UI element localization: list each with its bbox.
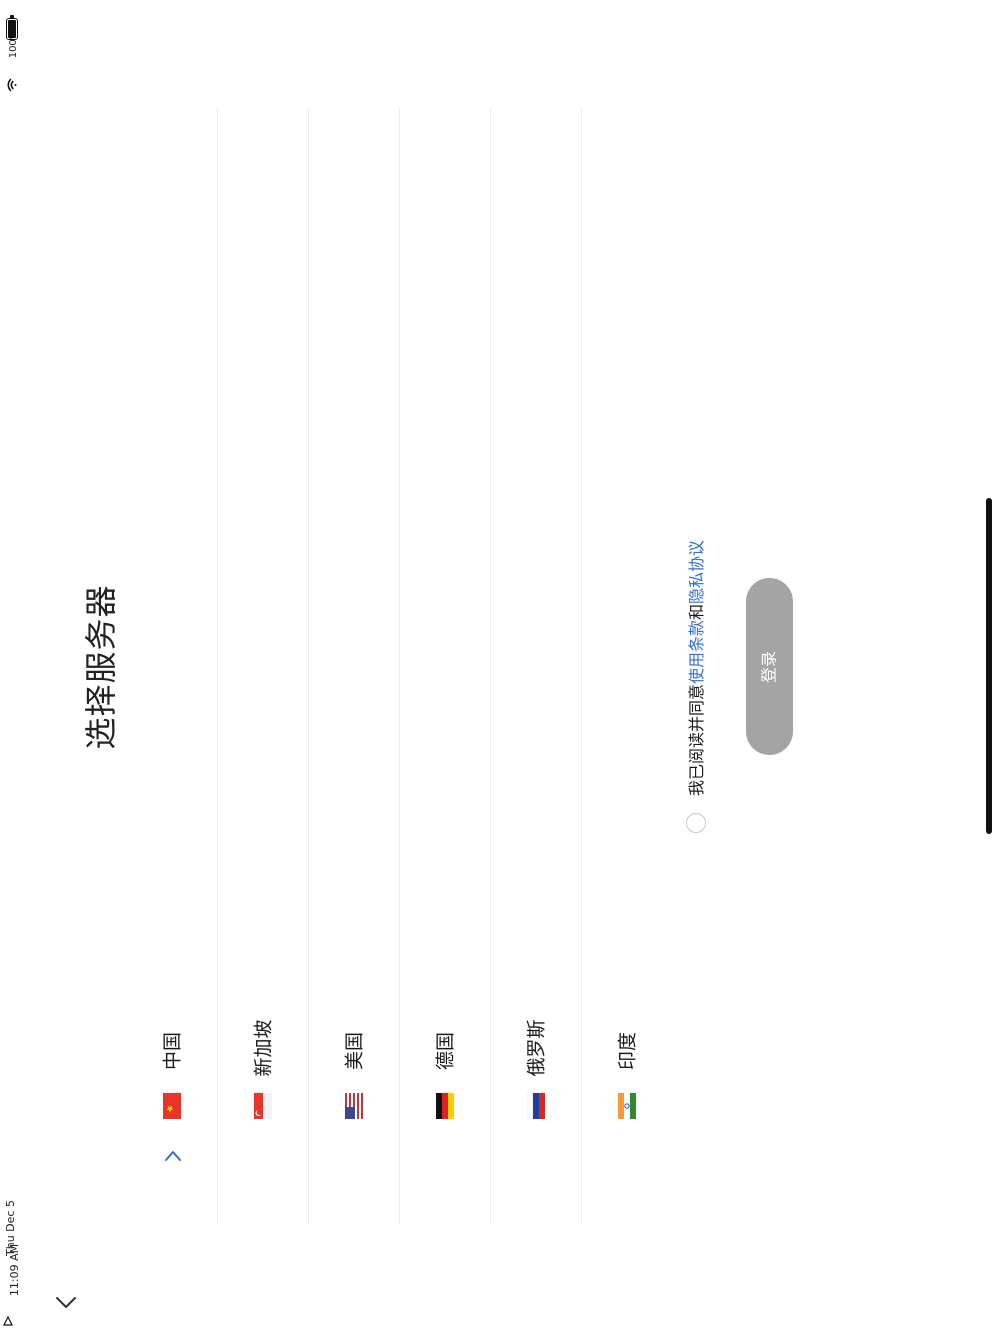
agreement-prefix: 我已阅读并同意 — [687, 684, 706, 797]
server-item-china[interactable]: 中国 — [127, 108, 218, 1224]
server-label: 印度 — [616, 1032, 639, 1071]
server-item-singapore[interactable]: 新加坡 — [218, 108, 309, 1224]
germany-flag-icon — [436, 1093, 454, 1119]
server-label: 中国 — [161, 1032, 184, 1071]
back-chevron-icon[interactable] — [50, 1288, 82, 1320]
login-button-label: 登录 — [759, 651, 779, 684]
selected-check-icon — [165, 1151, 181, 1161]
agreement-text: 我已阅读并同意使用条款和隐私协议 — [685, 483, 709, 853]
terms-link[interactable]: 使用条款 — [687, 620, 706, 684]
home-indicator — [986, 498, 992, 834]
russia-flag-icon — [527, 1093, 545, 1119]
server-item-usa[interactable]: 美国 — [309, 108, 400, 1224]
india-flag-icon — [618, 1093, 636, 1119]
server-item-india[interactable]: 印度 — [582, 108, 673, 1224]
usa-flag-icon — [345, 1093, 363, 1119]
server-item-russia[interactable]: 俄罗斯 — [491, 108, 582, 1224]
server-label: 新加坡 — [252, 1019, 275, 1077]
server-label: 美国 — [343, 1032, 366, 1071]
privacy-link[interactable]: 隐私协议 — [687, 540, 706, 604]
status-date: Thu Dec 5 — [4, 1200, 17, 1256]
wifi-icon — [7, 78, 17, 92]
server-label: 德国 — [434, 1032, 457, 1071]
china-flag-icon — [163, 1093, 181, 1119]
server-item-germany[interactable]: 德国 — [400, 108, 491, 1224]
battery-icon — [6, 15, 18, 40]
location-icon — [3, 1316, 13, 1326]
singapore-flag-icon — [254, 1093, 272, 1119]
agreement-conjunction: 和 — [687, 603, 706, 620]
server-label: 俄罗斯 — [525, 1019, 548, 1077]
page-title: 选择服务器 — [82, 584, 120, 750]
